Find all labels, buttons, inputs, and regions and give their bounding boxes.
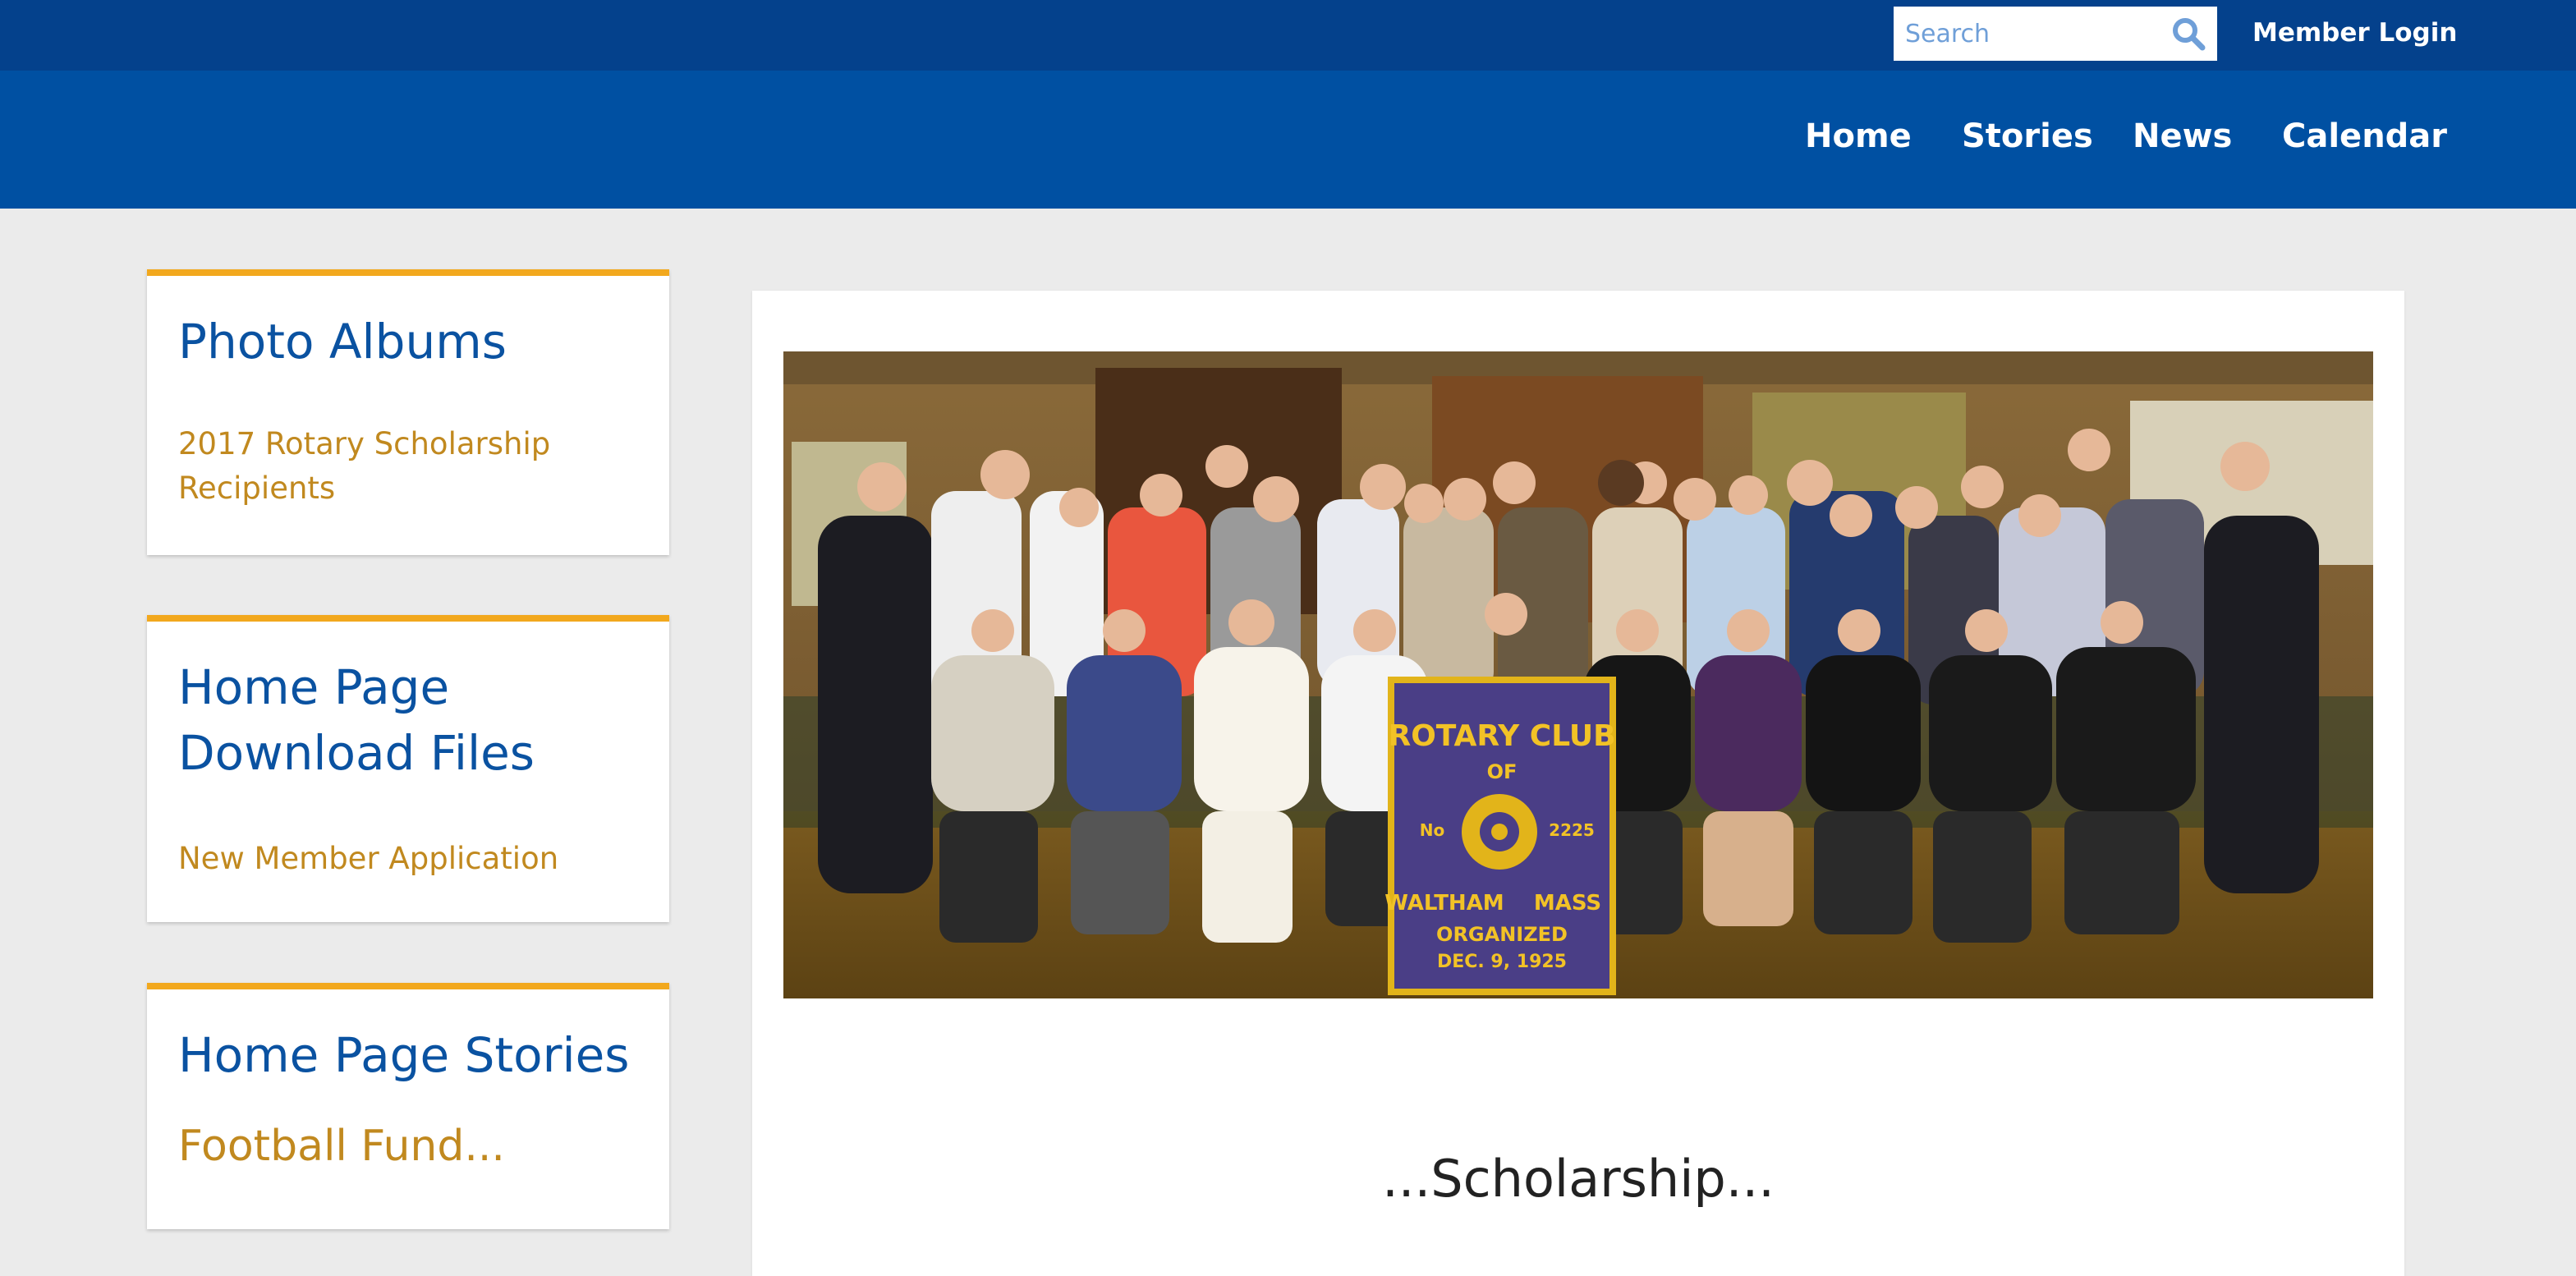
nav-news[interactable]: News <box>2133 112 2232 161</box>
nav-calendar[interactable]: Calendar <box>2282 112 2447 161</box>
search-input[interactable] <box>1894 7 2165 61</box>
card-title: Home Page Stories <box>178 1027 630 1083</box>
banner-line1: ROTARY CLUB <box>1388 719 1615 753</box>
rotary-banner: ROTARY CLUB OF No 2225 WALTHAM MASS ORGA… <box>1384 677 1616 995</box>
photo-albums-card: Photo Albums 2017 Rotary Scholarship Rec… <box>147 269 669 555</box>
banner-city: WALTHAM <box>1384 891 1504 916</box>
card-link[interactable]: 2017 Rotary Scholarship Recipients <box>178 422 638 511</box>
banner-no-label: No <box>1420 820 1444 840</box>
main-content-panel: ROTARY CLUB OF No 2225 WALTHAM MASS ORGA… <box>752 291 2404 1276</box>
download-files-card: Home Page Download Files New Member Appl… <box>147 615 669 922</box>
banner-state: MASS <box>1534 891 1601 916</box>
banner-line2: OF <box>1487 760 1518 783</box>
search-icon[interactable] <box>2171 16 2206 51</box>
search-box <box>1894 7 2217 61</box>
card-link[interactable]: New Member Application <box>178 837 638 881</box>
banner-organized: ORGANIZED <box>1436 923 1568 946</box>
nav-home[interactable]: Home <box>1805 112 1912 161</box>
nav-stories[interactable]: Stories <box>1962 112 2093 161</box>
card-title: Photo Albums <box>178 314 507 369</box>
card-link[interactable]: Football Fund... <box>178 1124 638 1168</box>
banner-date: DEC. 9, 1925 <box>1437 952 1567 972</box>
main-nav: Home Stories News Calendar <box>0 71 2576 209</box>
content-heading: ...Scholarship... <box>1382 1149 1775 1209</box>
banner-number: 2225 <box>1549 820 1595 840</box>
member-login-link[interactable]: Member Login <box>2252 15 2457 51</box>
group-photo: ROTARY CLUB OF No 2225 WALTHAM MASS ORGA… <box>783 351 2373 998</box>
home-page-stories-card: Home Page Stories Football Fund... <box>147 983 669 1229</box>
top-utility-bar: Member Login <box>0 0 2576 71</box>
card-title: Home Page Download Files <box>178 659 535 781</box>
